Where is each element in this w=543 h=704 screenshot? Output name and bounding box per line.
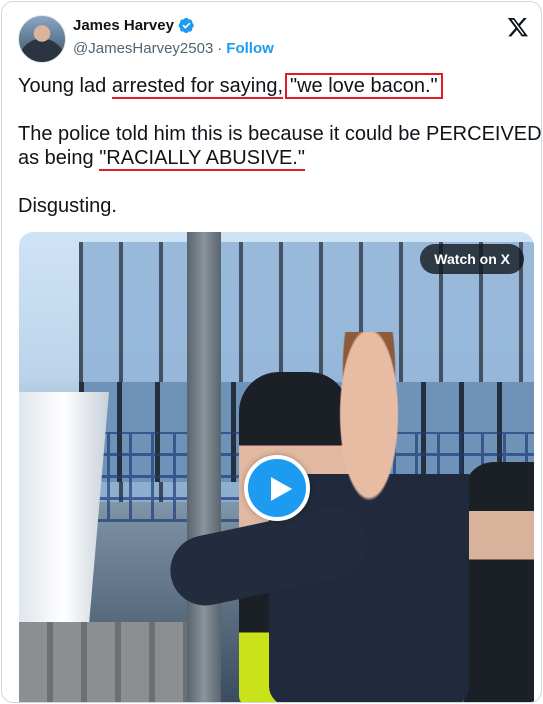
tweet-text: Young lad arrested for saying, "we love b… — [18, 73, 542, 218]
pole — [187, 232, 221, 702]
underlined-phrase: "RACIALLY ABUSIVE." — [99, 147, 305, 171]
tweet-text-segment: Young lad — [18, 75, 107, 97]
handle[interactable]: @JamesHarvey2503 — [73, 40, 213, 57]
handle-row: @JamesHarvey2503 · Follow — [73, 40, 274, 57]
video-thumbnail[interactable]: Watch on X — [19, 232, 534, 702]
verified-badge-icon — [178, 17, 194, 34]
underlined-phrase: arrested for saying, — [111, 75, 284, 99]
tweet-line-4: Disgusting. — [18, 195, 117, 217]
tweet-line-1: Young lad arrested for saying, "we love b… — [18, 73, 533, 99]
tweet-line-2: The police told him this is because it c… — [18, 123, 542, 145]
separator-dot: · — [217, 40, 223, 57]
play-button[interactable] — [244, 455, 310, 521]
tweet-line-3: as being "RACIALLY ABUSIVE." — [18, 146, 533, 171]
tweet-text-segment: as being — [18, 147, 94, 169]
avatar[interactable] — [18, 15, 66, 63]
display-name[interactable]: James Harvey — [73, 17, 174, 34]
watch-on-x-button[interactable]: Watch on X — [420, 244, 524, 274]
follow-button[interactable]: Follow — [226, 40, 274, 57]
author-name-row[interactable]: James Harvey — [73, 17, 195, 34]
boxed-quote: "we love bacon." — [285, 73, 443, 99]
tweet-embed-card: James Harvey @JamesHarvey2503 · Follow Y… — [1, 1, 542, 703]
x-logo-icon[interactable] — [507, 16, 529, 38]
police-officer-right — [464, 462, 534, 702]
play-icon — [271, 477, 293, 501]
